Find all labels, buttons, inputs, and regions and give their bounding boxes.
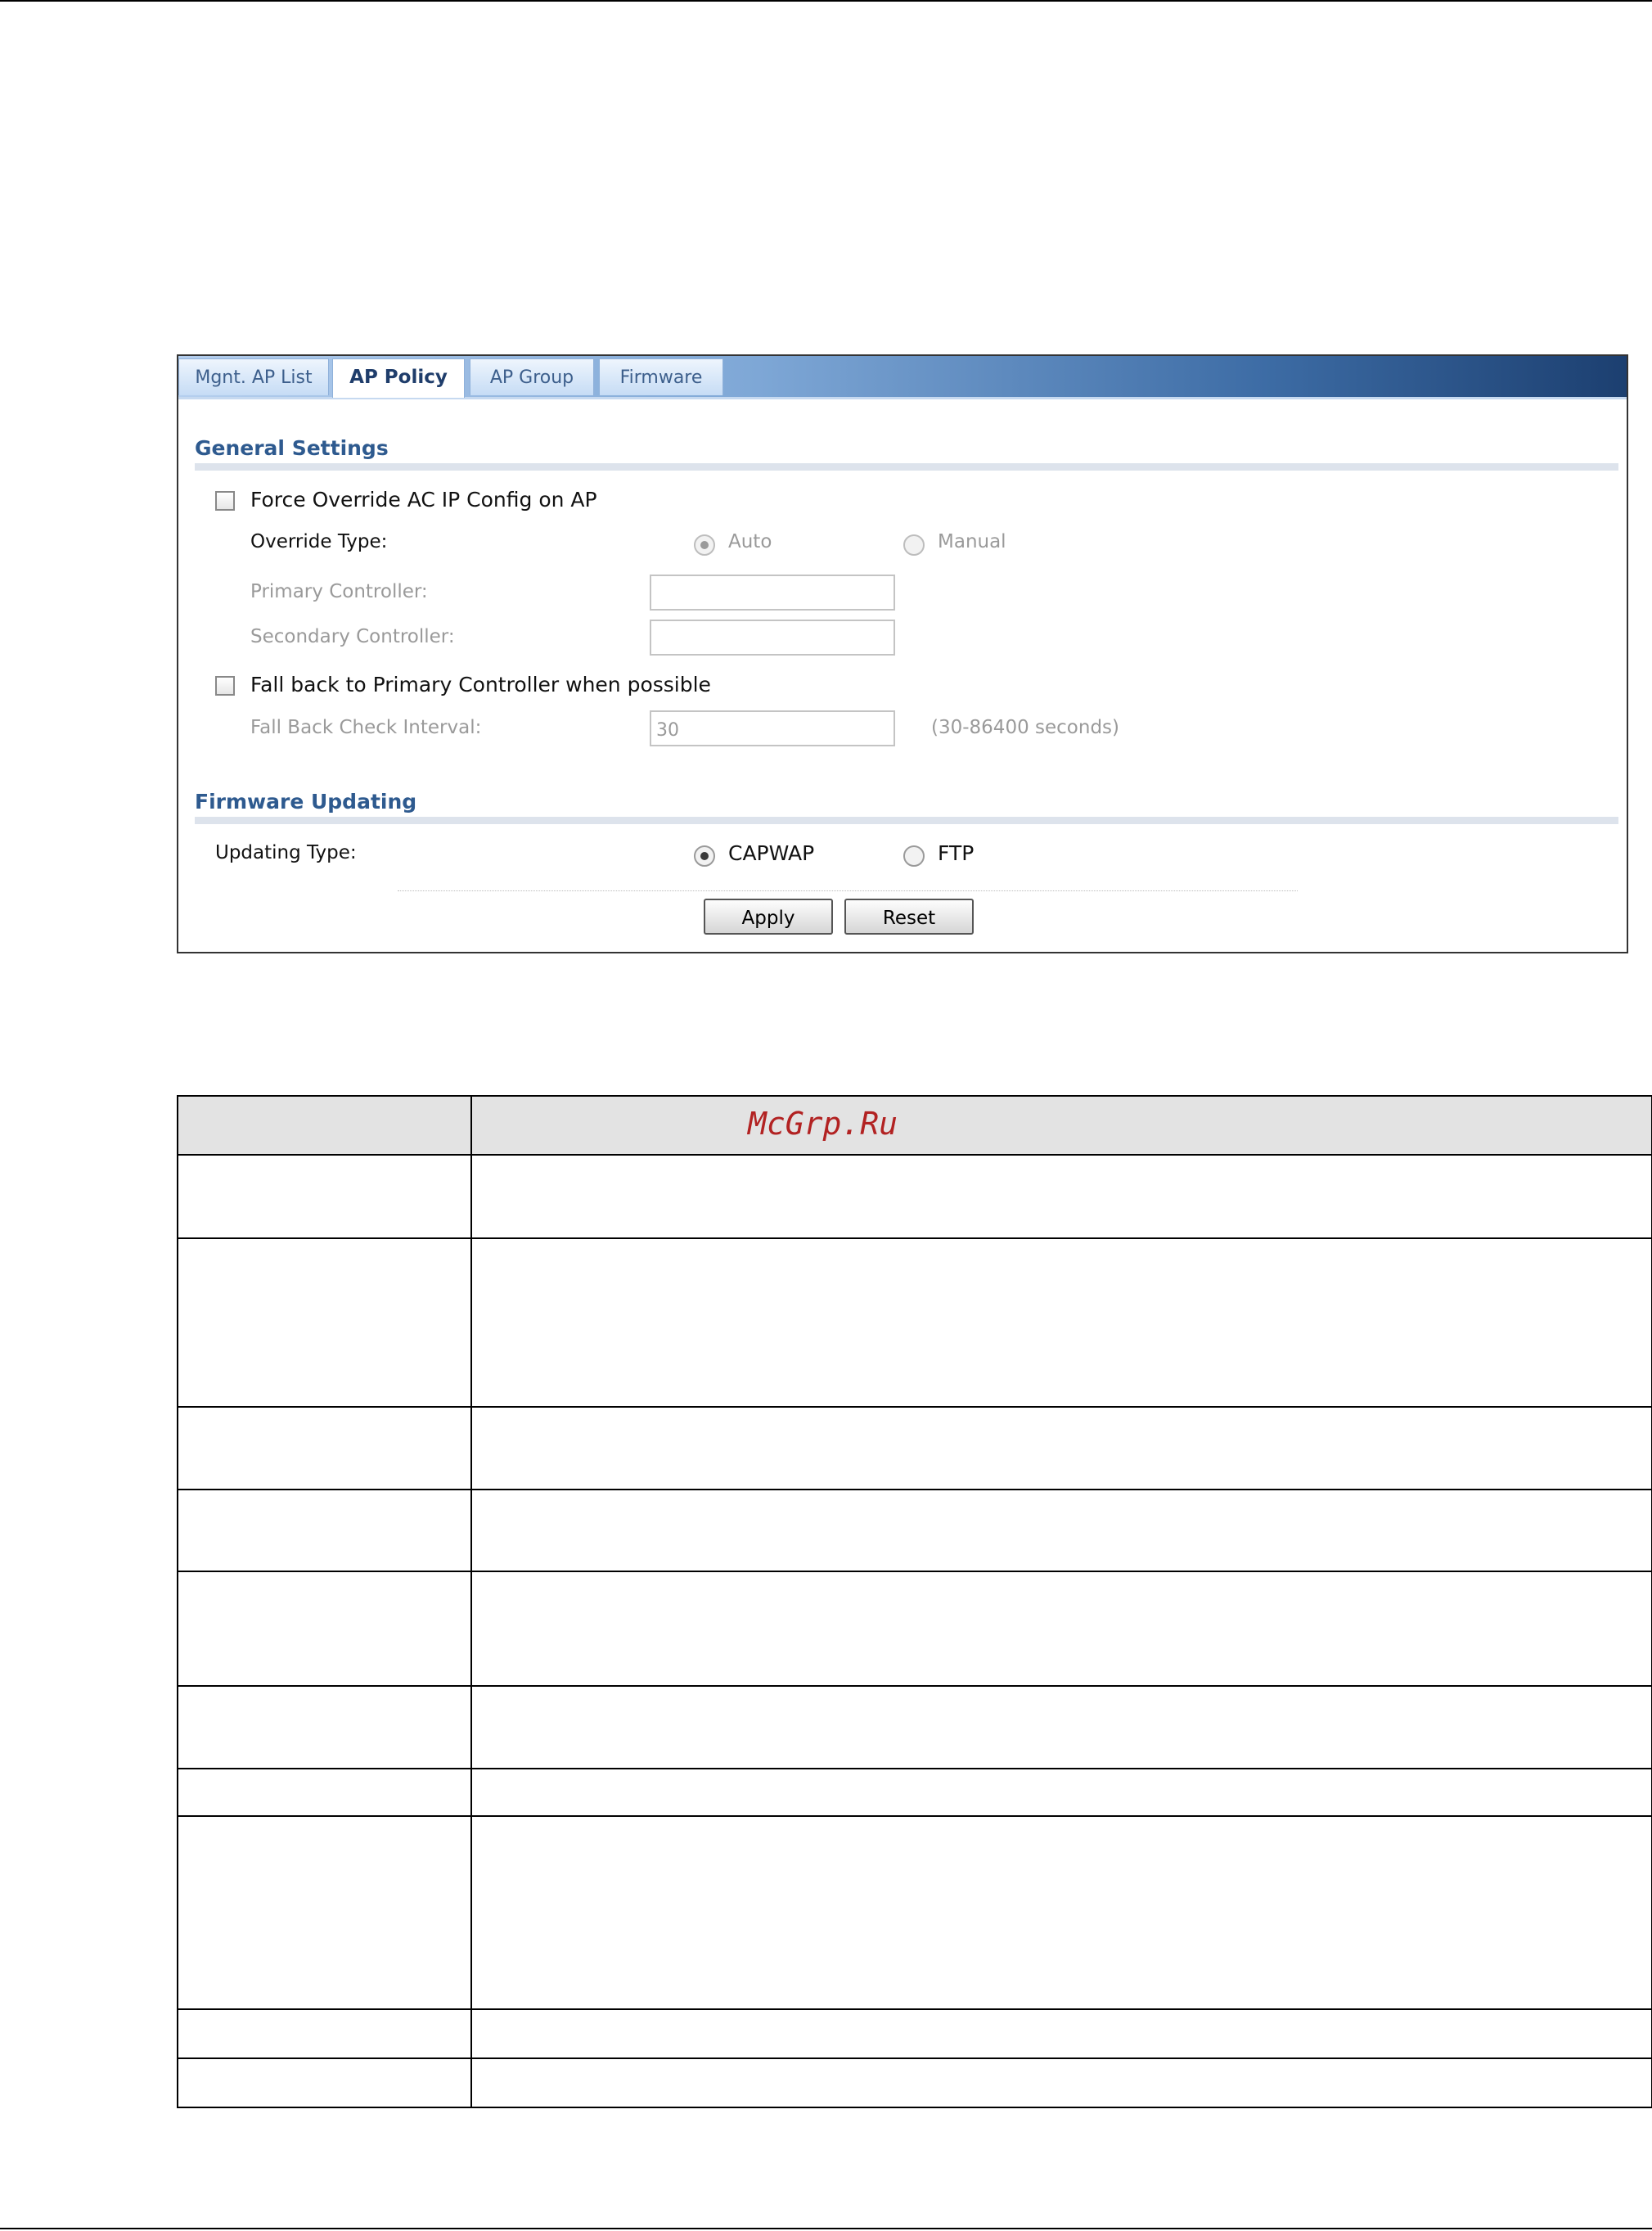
override-manual-label: Manual bbox=[938, 531, 1006, 552]
table-cell-label bbox=[177, 1237, 472, 1408]
general-settings-rule bbox=[195, 463, 1618, 471]
tab-ap-group[interactable]: AP Group bbox=[470, 358, 594, 395]
table-cell-label bbox=[177, 2008, 472, 2059]
firmware-updating-title: Firmware Updating bbox=[195, 790, 417, 814]
override-auto-label: Auto bbox=[728, 531, 772, 552]
field-description-table bbox=[177, 1095, 1652, 2108]
secondary-controller-input[interactable] bbox=[650, 620, 895, 656]
primary-controller-input[interactable] bbox=[650, 575, 895, 611]
table-header-row bbox=[177, 1095, 1652, 1156]
updating-type-label: Updating Type: bbox=[215, 842, 357, 863]
bottom-rule bbox=[0, 2228, 1652, 2229]
table-cell-description bbox=[470, 2057, 1652, 2108]
table-cell-label bbox=[177, 1406, 472, 1490]
force-override-label: Force Override AC IP Config on AP bbox=[250, 488, 597, 512]
table-row bbox=[177, 1768, 1652, 1817]
table-cell-description bbox=[470, 1237, 1652, 1408]
table-cell-description bbox=[470, 1154, 1652, 1239]
table-cell-description bbox=[470, 2008, 1652, 2059]
override-type-label: Override Type: bbox=[250, 531, 388, 552]
table-cell-description bbox=[470, 1815, 1652, 2010]
secondary-controller-label: Secondary Controller: bbox=[250, 626, 455, 647]
button-divider bbox=[398, 890, 1298, 891]
fallback-label: Fall back to Primary Controller when pos… bbox=[250, 673, 711, 696]
table-row bbox=[177, 1571, 1652, 1687]
table-row bbox=[177, 1685, 1652, 1769]
fallback-interval-input[interactable]: 30 bbox=[650, 710, 895, 746]
table-cell-description bbox=[470, 1768, 1652, 1817]
apply-button[interactable]: Apply bbox=[704, 899, 833, 935]
top-rule bbox=[0, 0, 1652, 2]
firmware-updating-rule bbox=[195, 817, 1618, 824]
override-auto-radio[interactable] bbox=[694, 534, 715, 556]
ftp-radio[interactable] bbox=[903, 845, 925, 867]
table-header-label bbox=[177, 1095, 472, 1156]
primary-controller-label: Primary Controller: bbox=[250, 581, 428, 602]
general-settings-title: General Settings bbox=[195, 436, 389, 460]
tab-firmware[interactable]: Firmware bbox=[599, 358, 723, 395]
ftp-label: FTP bbox=[938, 841, 975, 865]
reset-button[interactable]: Reset bbox=[844, 899, 974, 935]
table-cell-label bbox=[177, 2057, 472, 2108]
table-row bbox=[177, 1237, 1652, 1408]
table-cell-description bbox=[470, 1685, 1652, 1769]
force-override-checkbox[interactable] bbox=[215, 491, 235, 511]
tab-mgnt-ap-list[interactable]: Mgnt. AP List bbox=[178, 358, 329, 395]
table-cell-label bbox=[177, 1489, 472, 1572]
table-row bbox=[177, 2008, 1652, 2059]
override-manual-radio[interactable] bbox=[903, 534, 925, 556]
watermark-text: McGrp.Ru bbox=[748, 1106, 898, 1142]
table-cell-label bbox=[177, 1571, 472, 1687]
table-cell-description bbox=[470, 1489, 1652, 1572]
table-row bbox=[177, 1489, 1652, 1572]
table-cell-label bbox=[177, 1685, 472, 1769]
table-row bbox=[177, 1154, 1652, 1239]
tab-ap-policy[interactable]: AP Policy bbox=[332, 358, 465, 398]
table-cell-label bbox=[177, 1154, 472, 1239]
table-header-description bbox=[470, 1095, 1652, 1156]
table-cell-label bbox=[177, 1815, 472, 2010]
tab-bar: Mgnt. AP List AP Policy AP Group Firmwar… bbox=[178, 356, 1627, 399]
fallback-interval-label: Fall Back Check Interval: bbox=[250, 717, 482, 738]
ap-policy-panel: Mgnt. AP List AP Policy AP Group Firmwar… bbox=[177, 354, 1628, 953]
table-row bbox=[177, 1815, 1652, 2010]
table-cell-description bbox=[470, 1406, 1652, 1490]
table-cell-label bbox=[177, 1768, 472, 1817]
capwap-radio[interactable] bbox=[694, 845, 715, 867]
fallback-checkbox[interactable] bbox=[215, 676, 235, 696]
table-row bbox=[177, 1406, 1652, 1490]
table-cell-description bbox=[470, 1571, 1652, 1687]
capwap-label: CAPWAP bbox=[728, 841, 815, 865]
fallback-interval-hint: (30-86400 seconds) bbox=[931, 717, 1119, 738]
table-row bbox=[177, 2057, 1652, 2108]
